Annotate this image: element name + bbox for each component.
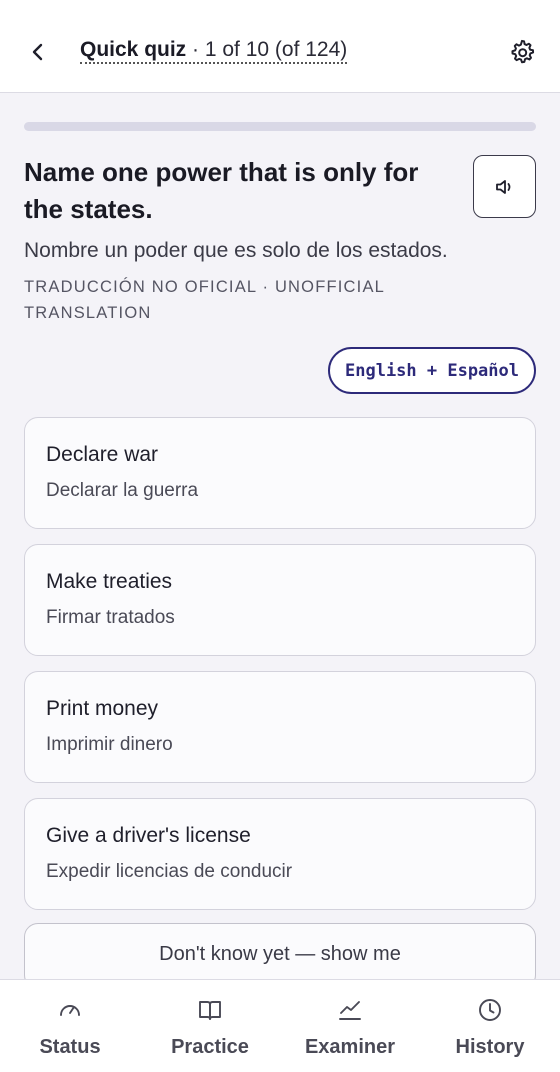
nav-label-status: Status (39, 1036, 101, 1058)
answer-option[interactable]: Print money Imprimir dinero (24, 671, 536, 783)
nav-label-practice: Practice (171, 1036, 249, 1058)
trend-chart-icon (336, 996, 364, 1024)
nav-item-history[interactable]: History (420, 980, 560, 1072)
nav-item-examiner[interactable]: Examiner (280, 980, 420, 1072)
play-audio-button[interactable] (473, 155, 536, 218)
settings-button[interactable] (506, 36, 538, 68)
chevron-left-icon (32, 43, 43, 61)
answer-option-spanish: Firmar tratados (46, 607, 175, 628)
answer-option[interactable]: Make treaties Firmar tratados (24, 544, 536, 656)
nav-item-practice[interactable]: Practice (140, 980, 280, 1072)
answer-option-english: Give a driver's license (46, 824, 251, 847)
answer-option-english: Print money (46, 697, 159, 720)
back-button[interactable] (22, 36, 54, 68)
answer-option-spanish: Declarar la guerra (46, 480, 199, 501)
book-icon (196, 996, 224, 1024)
speaker-icon (495, 179, 510, 194)
answer-option[interactable]: Declare war Declarar la guerra (24, 417, 536, 529)
answer-option-english: Declare war (46, 443, 159, 466)
quiz-title-name: Quick quiz (80, 38, 187, 61)
translation-disclaimer: TRADUCCIÓN NO OFICIAL · UNOFFICIAL TRANS… (24, 278, 385, 322)
question-translation: Nombre un poder que es solo de los estad… (24, 239, 448, 262)
quiz-title[interactable]: Quick quiz · 1 of 10 (of 124) (80, 38, 348, 64)
quiz-progress-bar (24, 122, 536, 131)
answer-option[interactable]: Give a driver's license Expedir licencia… (24, 798, 536, 910)
gear-icon (511, 39, 535, 64)
clock-icon (476, 996, 504, 1024)
language-toggle-button[interactable]: English + Español (328, 347, 536, 394)
nav-label-history: History (455, 1036, 525, 1058)
gauge-icon (56, 996, 84, 1024)
question-text: Name one power that is only for the stat… (24, 157, 419, 224)
answer-options: Declare war Declarar la guerra Make trea… (24, 417, 536, 925)
answer-option-spanish: Imprimir dinero (46, 734, 173, 755)
quiz-title-progress: · 1 of 10 (of 124) (186, 38, 348, 61)
bottom-navigation: Status Practice Examiner History (0, 979, 560, 1072)
answer-option-english: Make treaties (46, 570, 173, 593)
answer-option-spanish: Expedir licencias de conducir (46, 861, 293, 882)
top-bar: Quick quiz · 1 of 10 (of 124) (0, 0, 560, 93)
nav-item-status[interactable]: Status (0, 980, 140, 1072)
nav-label-examiner: Examiner (304, 1036, 396, 1058)
